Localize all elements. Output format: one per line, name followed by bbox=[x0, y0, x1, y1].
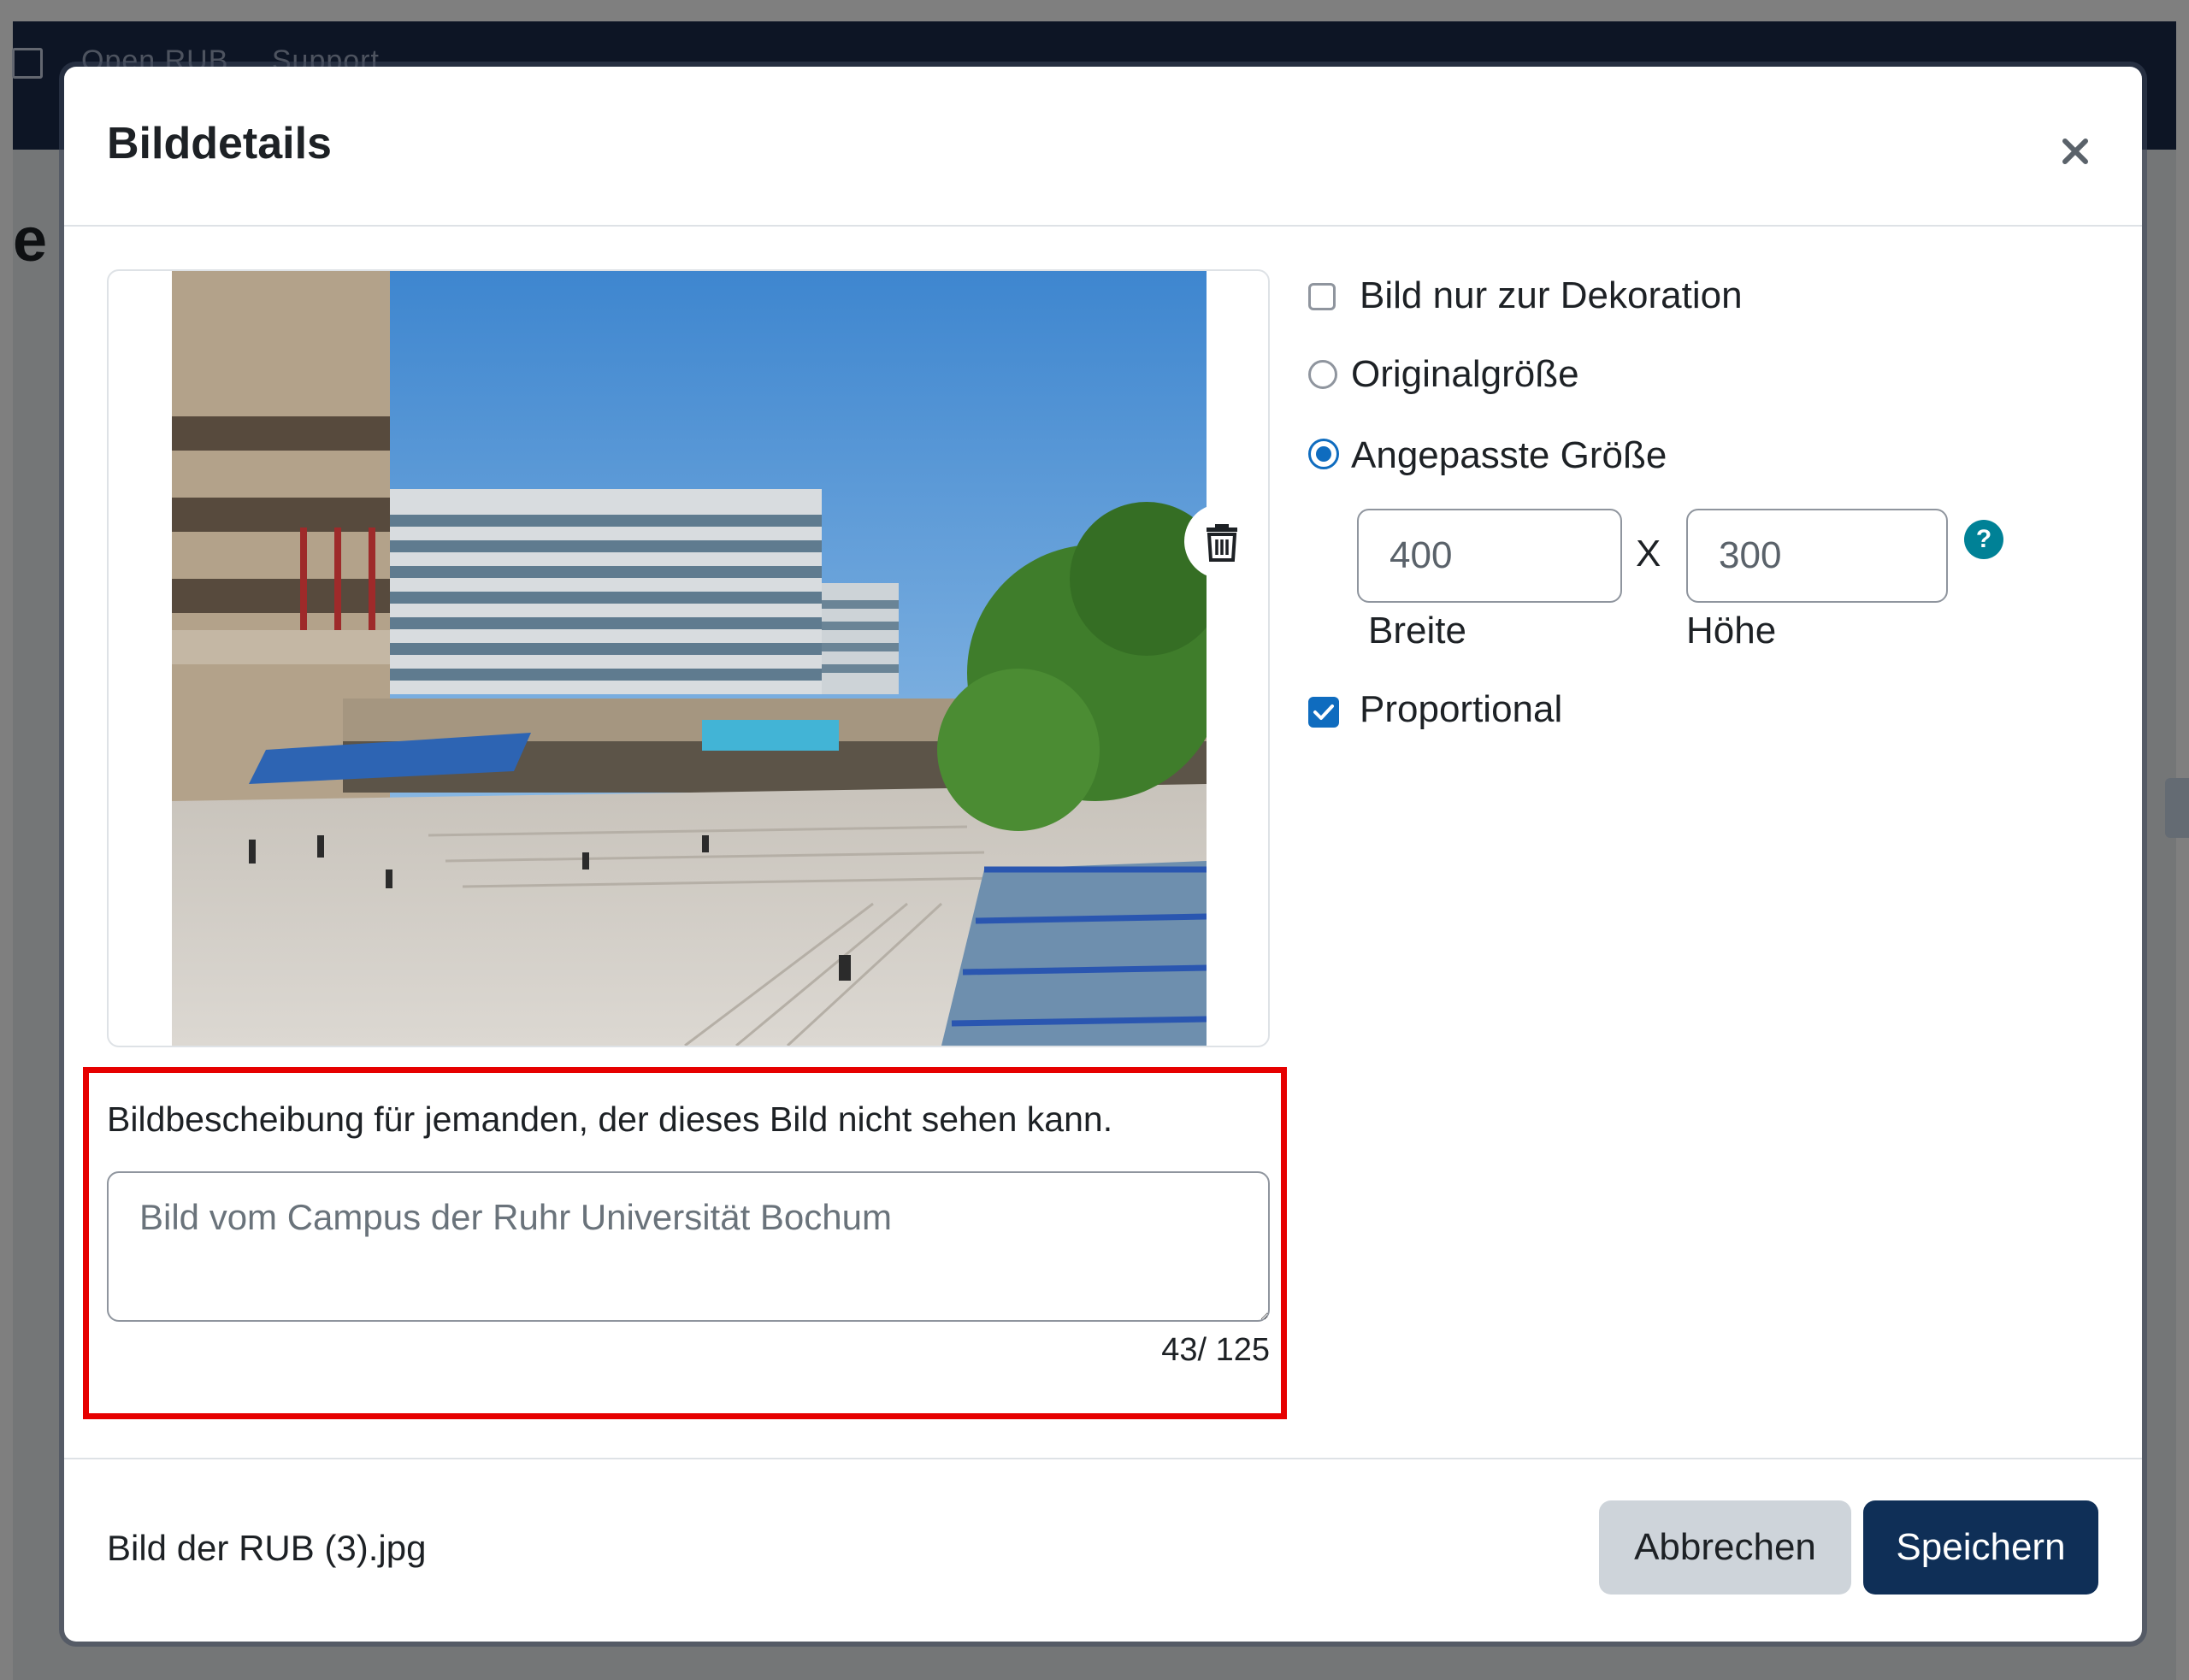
close-icon bbox=[2062, 138, 2088, 164]
close-button[interactable] bbox=[2050, 127, 2101, 178]
cancel-button[interactable]: Abbrechen bbox=[1599, 1500, 1851, 1595]
height-label: Höhe bbox=[1686, 610, 1777, 651]
trash-icon bbox=[1207, 524, 1237, 562]
proportional-checkbox[interactable] bbox=[1308, 697, 1339, 728]
dialog-footer: Bild der RUB (3).jpg Abbrechen Speichern bbox=[64, 1458, 2142, 1643]
dialog-header: Bilddetails bbox=[64, 67, 2142, 227]
campus-image bbox=[172, 271, 1207, 1046]
dimension-separator: X bbox=[1636, 533, 1661, 575]
highlight-annotation bbox=[83, 1067, 1287, 1419]
help-icon[interactable]: ? bbox=[1964, 520, 2003, 559]
delete-image-button[interactable] bbox=[1184, 504, 1260, 579]
original-size-label: Originalgröße bbox=[1351, 353, 1579, 395]
custom-size-label: Angepasste Größe bbox=[1351, 434, 1667, 476]
width-label: Breite bbox=[1368, 610, 1466, 651]
decorative-label: Bild nur zur Dekoration bbox=[1360, 274, 1743, 316]
checkmark-icon bbox=[1313, 704, 1334, 720]
proportional-label: Proportional bbox=[1360, 688, 1563, 730]
custom-size-radio[interactable] bbox=[1308, 439, 1339, 469]
decorative-checkbox[interactable] bbox=[1308, 283, 1336, 310]
file-name: Bild der RUB (3).jpg bbox=[107, 1528, 427, 1568]
image-preview bbox=[107, 269, 1270, 1047]
save-button[interactable]: Speichern bbox=[1863, 1500, 2098, 1595]
width-input[interactable] bbox=[1357, 509, 1622, 603]
original-size-radio[interactable] bbox=[1308, 360, 1337, 389]
height-input[interactable] bbox=[1686, 509, 1948, 603]
dialog-title: Bilddetails bbox=[107, 119, 332, 168]
